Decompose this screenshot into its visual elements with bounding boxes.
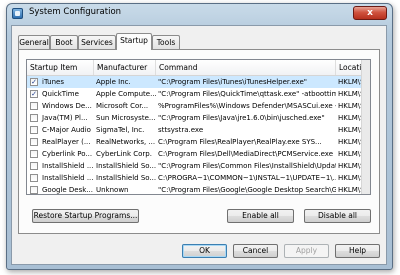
location-cell: HKLM\SO bbox=[338, 78, 364, 86]
column-header-manufacturer[interactable]: Manufacturer bbox=[94, 60, 156, 75]
table-row[interactable]: Cyberlink Po... CyberLink Corp. C:\Program… bbox=[27, 148, 370, 160]
table-row[interactable]: RealPlayer (... RealNetworks, ... C:\Progr… bbox=[27, 136, 370, 148]
system-configuration-window: System Configuration x General Boot Serv… bbox=[6, 3, 393, 270]
table-row[interactable]: InstallShield ... InstallShield So... "C:\… bbox=[27, 160, 370, 172]
tab-general[interactable]: General bbox=[18, 35, 50, 49]
tab-tools[interactable]: Tools bbox=[152, 35, 180, 49]
command-cell: "C:\Program Files\QuickTime\qttask.exe" … bbox=[158, 90, 336, 98]
command-cell: "C:\Program Files\Common Files\InstallSh… bbox=[158, 162, 336, 170]
ok-button[interactable]: OK bbox=[182, 244, 227, 258]
startup-item-cell: QuickTime bbox=[42, 90, 79, 98]
system-configuration-icon bbox=[12, 8, 23, 19]
cancel-button[interactable]: Cancel bbox=[233, 244, 278, 258]
startup-item-checkbox[interactable]: ✓ bbox=[30, 78, 38, 86]
table-row[interactable]: QuickTime Apple Compute... "C:\Program Fil… bbox=[27, 88, 370, 100]
tab-startup[interactable]: Startup bbox=[116, 33, 152, 50]
manufacturer-cell: CyberLink Corp. bbox=[96, 150, 152, 158]
startup-items-list[interactable]: Startup Item Manufacturer Command Locati… bbox=[26, 59, 371, 195]
dialog-client-area: General Boot Services Startup Tools Star… bbox=[11, 25, 387, 265]
location-cell: HKLM\SO bbox=[338, 90, 364, 98]
manufacturer-cell: Microsoft Cor... bbox=[96, 102, 149, 110]
location-cell: HKLM\SO bbox=[338, 102, 364, 110]
location-cell: HKLM\SO bbox=[338, 174, 364, 182]
manufacturer-cell: Sun Microsyste... bbox=[96, 114, 156, 122]
startup-item-cell: Cyberlink Po... bbox=[42, 150, 93, 158]
list-header: Startup Item Manufacturer Command Locati… bbox=[27, 60, 370, 76]
table-row[interactable]: C-Major Audio SigmaTel, Inc. sttsystra.exe… bbox=[27, 124, 370, 136]
startup-item-checkbox[interactable] bbox=[30, 138, 38, 146]
manufacturer-cell: Unknown bbox=[96, 186, 129, 194]
startup-item-checkbox[interactable] bbox=[30, 150, 38, 158]
startup-item-cell: Google Desk... bbox=[42, 186, 93, 194]
startup-item-cell: InstallShield ... bbox=[42, 162, 94, 170]
startup-item-checkbox[interactable] bbox=[30, 174, 38, 182]
close-button[interactable]: x bbox=[353, 6, 387, 20]
startup-item-checkbox[interactable] bbox=[30, 162, 38, 170]
location-cell: HKLM\SO bbox=[338, 162, 364, 170]
manufacturer-cell: InstallShield So... bbox=[96, 162, 156, 170]
manufacturer-cell: SigmaTel, Inc. bbox=[96, 126, 145, 134]
command-cell: C:\PROGRA~1\COMMON~1\INSTAL~1\UPDATE~1\.… bbox=[158, 174, 336, 182]
location-cell: HKLM\SO bbox=[338, 126, 364, 134]
command-cell: "C:\Program Files\iTunes\iTunesHelper.ex… bbox=[158, 78, 307, 86]
enable-all-button[interactable]: Enable all bbox=[227, 209, 294, 223]
column-header-command[interactable]: Command bbox=[156, 60, 336, 75]
startup-item-checkbox[interactable] bbox=[30, 186, 38, 194]
table-row[interactable]: Java(TM) Pl... Sun Microsyste... "C:\Progr… bbox=[27, 112, 370, 124]
column-header-location[interactable]: Location bbox=[336, 60, 364, 75]
disable-all-button[interactable]: Disable all bbox=[304, 209, 371, 223]
startup-item-cell: Java(TM) Pl... bbox=[42, 114, 88, 122]
manufacturer-cell: Apple Compute... bbox=[96, 90, 156, 98]
table-row[interactable]: Windows De... Microsoft Cor... %ProgramFil… bbox=[27, 100, 370, 112]
table-row[interactable]: InstallShield ... InstallShield So... C:\P… bbox=[27, 172, 370, 184]
tab-services[interactable]: Services bbox=[78, 35, 116, 49]
startup-item-cell: iTunes bbox=[42, 78, 64, 86]
startup-tab-panel: Startup Item Manufacturer Command Locati… bbox=[18, 49, 380, 234]
location-cell: HKLM\SO bbox=[338, 138, 364, 146]
command-cell: "C:\Program Files\Google\Google Desktop … bbox=[158, 186, 336, 194]
startup-item-checkbox[interactable] bbox=[30, 114, 38, 122]
startup-item-cell: RealPlayer (... bbox=[42, 138, 91, 146]
location-cell: HKLM\SO bbox=[338, 150, 364, 158]
startup-item-cell: InstallShield ... bbox=[42, 174, 94, 182]
command-cell: "C:\Program Files\Java\jre1.6.0\bin\jusc… bbox=[158, 114, 325, 122]
startup-item-checkbox[interactable]: ✓ bbox=[30, 90, 38, 98]
location-cell: HKLM\SO bbox=[338, 186, 364, 194]
startup-item-cell: Windows De... bbox=[42, 102, 92, 110]
title-bar[interactable]: System Configuration x bbox=[7, 4, 392, 24]
tab-boot[interactable]: Boot bbox=[50, 35, 78, 49]
help-button[interactable]: Help bbox=[335, 244, 380, 258]
command-cell: sttsystra.exe bbox=[158, 126, 204, 134]
location-cell: HKLM\SO bbox=[338, 114, 364, 122]
command-cell: C:\Program Files\RealPlayer\RealPlay.exe… bbox=[158, 138, 322, 146]
startup-item-cell: C-Major Audio bbox=[42, 126, 91, 134]
command-cell: %ProgramFiles%\Windows Defender\MSASCui.… bbox=[158, 102, 336, 110]
vertical-scrollbar[interactable] bbox=[361, 60, 370, 194]
table-row[interactable]: iTunes Apple Inc. "C:\Program Files\iTunes… bbox=[27, 76, 370, 88]
restore-startup-programs-button[interactable]: Restore Startup Programs... bbox=[32, 209, 139, 223]
window-title: System Configuration bbox=[29, 7, 122, 17]
manufacturer-cell: Apple Inc. bbox=[96, 78, 131, 86]
apply-button[interactable]: Apply bbox=[284, 244, 329, 258]
command-cell: C:\Program Files\Dell\MediaDirect\PCMSer… bbox=[158, 150, 334, 158]
startup-item-checkbox[interactable] bbox=[30, 102, 38, 110]
manufacturer-cell: RealNetworks, ... bbox=[96, 138, 156, 146]
column-header-startup-item[interactable]: Startup Item bbox=[27, 60, 94, 75]
table-row[interactable]: Google Desk... Unknown "C:\Program Files\G… bbox=[27, 184, 370, 194]
startup-item-checkbox[interactable] bbox=[30, 126, 38, 134]
manufacturer-cell: InstallShield So... bbox=[96, 174, 156, 182]
